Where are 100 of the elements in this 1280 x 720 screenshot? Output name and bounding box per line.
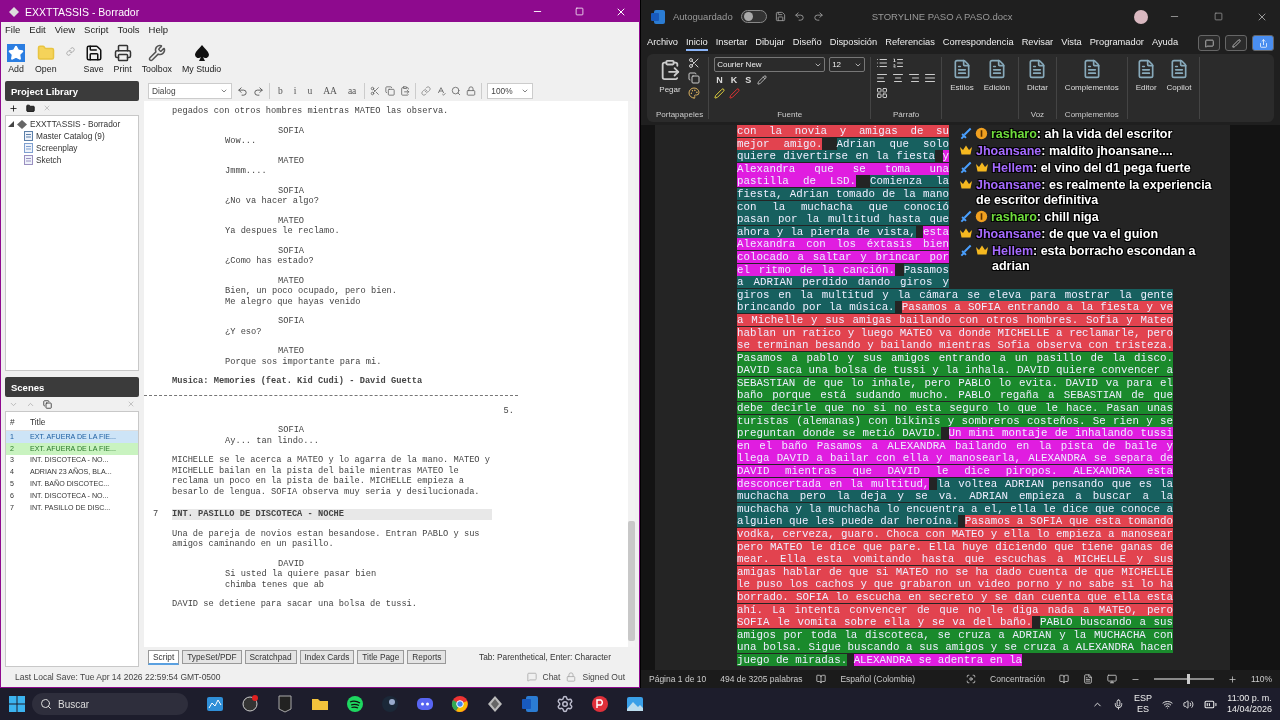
menu-item[interactable]: Script: [84, 23, 109, 35]
ribbon-tab[interactable]: Ayuda: [1151, 35, 1179, 51]
ribbon-tab[interactable]: Programador: [1089, 35, 1144, 51]
tab[interactable]: Scratchpad: [244, 650, 297, 664]
ribbon-button[interactable]: Editor: [1132, 57, 1160, 119]
panel-header: Scenes: [5, 377, 139, 397]
ribbon-tab[interactable]: Dibujar: [755, 35, 785, 51]
tree-item[interactable]: Master Catalog (9): [36, 131, 105, 141]
format-button[interactable]: AA: [320, 83, 340, 99]
ribbon-tab[interactable]: Revisar: [1021, 35, 1054, 51]
menu-item[interactable]: View: [54, 23, 76, 35]
character-name: MATEO: [278, 155, 306, 166]
font-name-field[interactable]: Courier New: [714, 57, 826, 72]
tree-item[interactable]: Sketch: [36, 155, 62, 165]
group-label: Voz: [1029, 110, 1046, 119]
tab[interactable]: Index Cards: [299, 650, 355, 664]
tab[interactable]: Script: [148, 649, 180, 665]
tree-item[interactable]: Screenplay: [36, 143, 78, 153]
ribbon-tab[interactable]: Vista: [1061, 35, 1082, 51]
chat-link[interactable]: Chat: [542, 672, 561, 682]
ribbon-button[interactable]: Estilos: [947, 57, 977, 119]
scene-number: 7: [153, 509, 160, 520]
zoom-level: 110%: [1250, 674, 1272, 684]
group-label: Portapapeles: [656, 110, 704, 119]
dialogue-text: Porque sos importante para mi.: [225, 356, 383, 367]
account-status[interactable]: Signed Out: [582, 672, 625, 682]
ribbon-tab[interactable]: Referencias: [885, 35, 935, 51]
tab[interactable]: Reports: [407, 650, 447, 664]
action-text: Una de pareja de novios estan besandose. Entran PABLO y sus amigos caminando en un pasillo.: [172, 528, 481, 550]
character-name: SOFIA: [278, 425, 306, 436]
clock-date[interactable]: 14/04/2026: [1226, 704, 1272, 715]
focus-mode[interactable]: Concentración: [990, 674, 1045, 684]
dialogue-text: Bien, un poco ocupado, pero bien. Me alegro que hayas venido: [225, 286, 399, 307]
action-text: DAVID se detiene para sacar una bolsa de tussi.: [172, 599, 419, 610]
ribbon-tab[interactable]: Correspondencia: [942, 35, 1014, 51]
chat-message: Jhoansane: de que va el guion: [976, 227, 1159, 242]
format-button[interactable]: b: [275, 83, 286, 99]
group-label: Complementos: [1063, 110, 1120, 119]
toolbar-button[interactable]: My Studio: [181, 44, 223, 74]
autosave-label: Autoguardado: [673, 11, 733, 22]
toolbar-button[interactable]: Toolbox: [140, 44, 173, 74]
toolbar-button[interactable]: Save: [82, 44, 105, 74]
dialogue-text: Jmmm....: [225, 166, 268, 177]
dialogue-text: ¿Y eso?: [225, 326, 263, 337]
window-title: EXXTTASSIS - Borrador: [25, 5, 141, 18]
language-status[interactable]: Español (Colombia): [840, 674, 916, 684]
ribbon-tab[interactable]: Inicio: [686, 35, 708, 51]
format-button[interactable]: K: [728, 75, 740, 85]
zoom-select[interactable]: 100%: [487, 83, 534, 99]
character-name: DAVID: [278, 558, 306, 569]
format-button[interactable]: u: [304, 83, 316, 99]
menu-item[interactable]: File: [5, 23, 21, 35]
ribbon-tab[interactable]: Diseño: [792, 35, 822, 51]
keyboard-layout[interactable]: ES: [1136, 704, 1149, 715]
search-field[interactable]: Buscar: [32, 693, 188, 715]
format-button[interactable]: i: [290, 83, 300, 99]
word-count: 494 de 3205 palabras: [720, 674, 803, 684]
element-type-select[interactable]: Dialog: [148, 83, 232, 99]
ribbon-button[interactable]: Edición: [980, 57, 1013, 119]
dialogue-text: ¿No va hacer algo?: [225, 196, 320, 207]
chat-message: Hellem: el vino del d1 pega fuerte: [992, 161, 1192, 176]
character-name: SOFIA: [278, 316, 306, 327]
ribbon-button[interactable]: Copilot: [1163, 57, 1195, 119]
input-language[interactable]: ESP: [1133, 693, 1152, 704]
ribbon-button[interactable]: Complementos: [1061, 57, 1122, 110]
tab[interactable]: TypeSet/PDF: [182, 650, 242, 664]
toolbar-button[interactable]: Add: [6, 44, 26, 74]
tree-item[interactable]: EXXTTASSIS - Borrador: [30, 119, 121, 129]
character-name: SOFIA: [278, 245, 306, 256]
format-button[interactable]: aa: [344, 83, 360, 99]
shortcut-hint: Tab: Parenthetical, Enter: Character: [479, 652, 611, 662]
ribbon-tab[interactable]: Disposición: [829, 35, 878, 51]
document-title: STORYLINE PASO A PASO.docx: [871, 11, 1013, 22]
scene-heading: INT. PASILLO DE DISCOTECA - NOCHE: [172, 509, 492, 520]
format-button[interactable]: S: [743, 75, 754, 85]
ribbon-tab[interactable]: Archivo: [647, 35, 678, 51]
group-label: Fuente: [776, 110, 804, 119]
toolbar-button[interactable]: Open: [34, 44, 58, 74]
tab[interactable]: Title Page: [357, 650, 405, 664]
paste-button[interactable]: Pegar: [656, 57, 684, 110]
menu-item[interactable]: Help: [148, 23, 169, 35]
format-button[interactable]: N: [714, 75, 725, 85]
menu-item[interactable]: Edit: [29, 23, 46, 35]
character-name: MATEO: [278, 215, 306, 226]
menu-item[interactable]: Tools: [117, 23, 140, 35]
panel-header: Project Library: [5, 81, 139, 101]
toolbar-button[interactable]: Print: [112, 44, 133, 74]
ribbon-tab[interactable]: Insertar: [715, 35, 748, 51]
character-name: MATEO: [278, 275, 306, 286]
dialogue-text: Ay... tan lindo...: [225, 435, 320, 446]
action-text: pegados con otros hombres mientras MATEO las observa.: [172, 106, 450, 117]
font-size-field[interactable]: 12: [829, 57, 866, 72]
save-status: Last Local Save: Tue Apr 14 2026 22:59:54 GMT-0500: [15, 672, 221, 682]
character-name: SOFIA: [278, 185, 306, 196]
dialogue-text: Ya despues le reclamo.: [225, 226, 341, 237]
ribbon-button[interactable]: Dictar: [1023, 57, 1051, 110]
clock-time[interactable]: 11:00 p. m.: [1227, 693, 1272, 704]
character-name: SOFIA: [278, 125, 306, 136]
chat-message: Jhoansane: maldito jhoansane....: [976, 144, 1174, 159]
page-number: 5.: [502, 405, 514, 416]
